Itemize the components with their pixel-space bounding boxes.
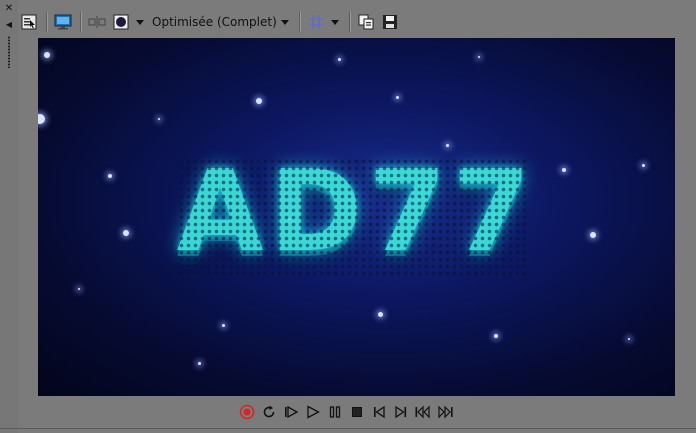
go-to-start-icon (415, 405, 430, 419)
preview-quality-select[interactable]: Optimisée (Complet) (150, 15, 279, 29)
star (158, 118, 160, 120)
bottom-divider (0, 428, 696, 429)
toolbar-separator (46, 12, 48, 32)
star (478, 56, 480, 58)
star (198, 362, 201, 365)
record-button[interactable] (236, 402, 258, 422)
play-icon (307, 405, 320, 419)
split-view-button[interactable] (86, 11, 108, 33)
star (222, 324, 225, 327)
preview-toolbar: Optimisée (Complet) (18, 8, 678, 36)
properties-button[interactable] (18, 11, 40, 33)
star (256, 98, 262, 104)
preview-title-text: AD77 (176, 147, 537, 277)
play-from-start-icon (285, 405, 299, 419)
copy-snapshot-button[interactable] (355, 11, 377, 33)
transport-controls (236, 402, 456, 422)
star (396, 96, 399, 99)
copy-snapshot-icon (358, 14, 374, 30)
star (78, 288, 80, 290)
chevron-down-icon[interactable] (136, 19, 144, 25)
external-monitor-button[interactable] (52, 11, 74, 33)
chevron-down-icon[interactable] (280, 19, 289, 25)
loop-icon (263, 405, 275, 418)
grid-icon (308, 15, 323, 29)
stop-icon (352, 407, 362, 417)
video-preview-window: ✕ ◀ Optimisée (Complet) AD77 (0, 0, 696, 433)
dock-strip: ✕ ◀ (0, 0, 18, 433)
save-snapshot-icon (382, 15, 397, 29)
play-from-start-button[interactable] (280, 402, 302, 422)
star (378, 312, 383, 317)
external-monitor-icon (54, 14, 72, 30)
adjust-size-icon (113, 14, 129, 30)
toolbar-separator (80, 12, 82, 32)
play-button[interactable] (302, 402, 324, 422)
next-frame-button[interactable] (390, 402, 412, 422)
pause-button[interactable] (324, 402, 346, 422)
properties-icon (21, 14, 37, 30)
chevron-down-icon[interactable] (330, 19, 339, 25)
go-to-end-icon (438, 405, 453, 419)
stop-button[interactable] (346, 402, 368, 422)
save-snapshot-button[interactable] (379, 11, 401, 33)
loop-button[interactable] (258, 402, 280, 422)
go-to-end-button[interactable] (434, 402, 456, 422)
record-icon (239, 404, 255, 420)
split-view-icon (88, 16, 106, 28)
collapse-arrow-icon[interactable]: ◀ (4, 20, 14, 30)
toolbar-separator (348, 12, 351, 32)
video-preview-area[interactable]: AD77 (38, 38, 675, 396)
toolbar-separator (298, 12, 301, 32)
star (38, 114, 45, 124)
pause-icon (329, 406, 341, 418)
previous-frame-button[interactable] (368, 402, 390, 422)
close-icon[interactable]: ✕ (4, 4, 14, 14)
star (44, 52, 50, 58)
overlays-button[interactable] (305, 11, 327, 33)
next-frame-icon (395, 405, 407, 419)
adjust-size-button[interactable] (110, 11, 132, 33)
previous-frame-icon (374, 405, 385, 419)
star (338, 58, 341, 61)
drag-grip-icon[interactable] (7, 36, 11, 68)
star (628, 338, 630, 340)
go-to-start-button[interactable] (412, 402, 434, 422)
star (494, 334, 498, 338)
